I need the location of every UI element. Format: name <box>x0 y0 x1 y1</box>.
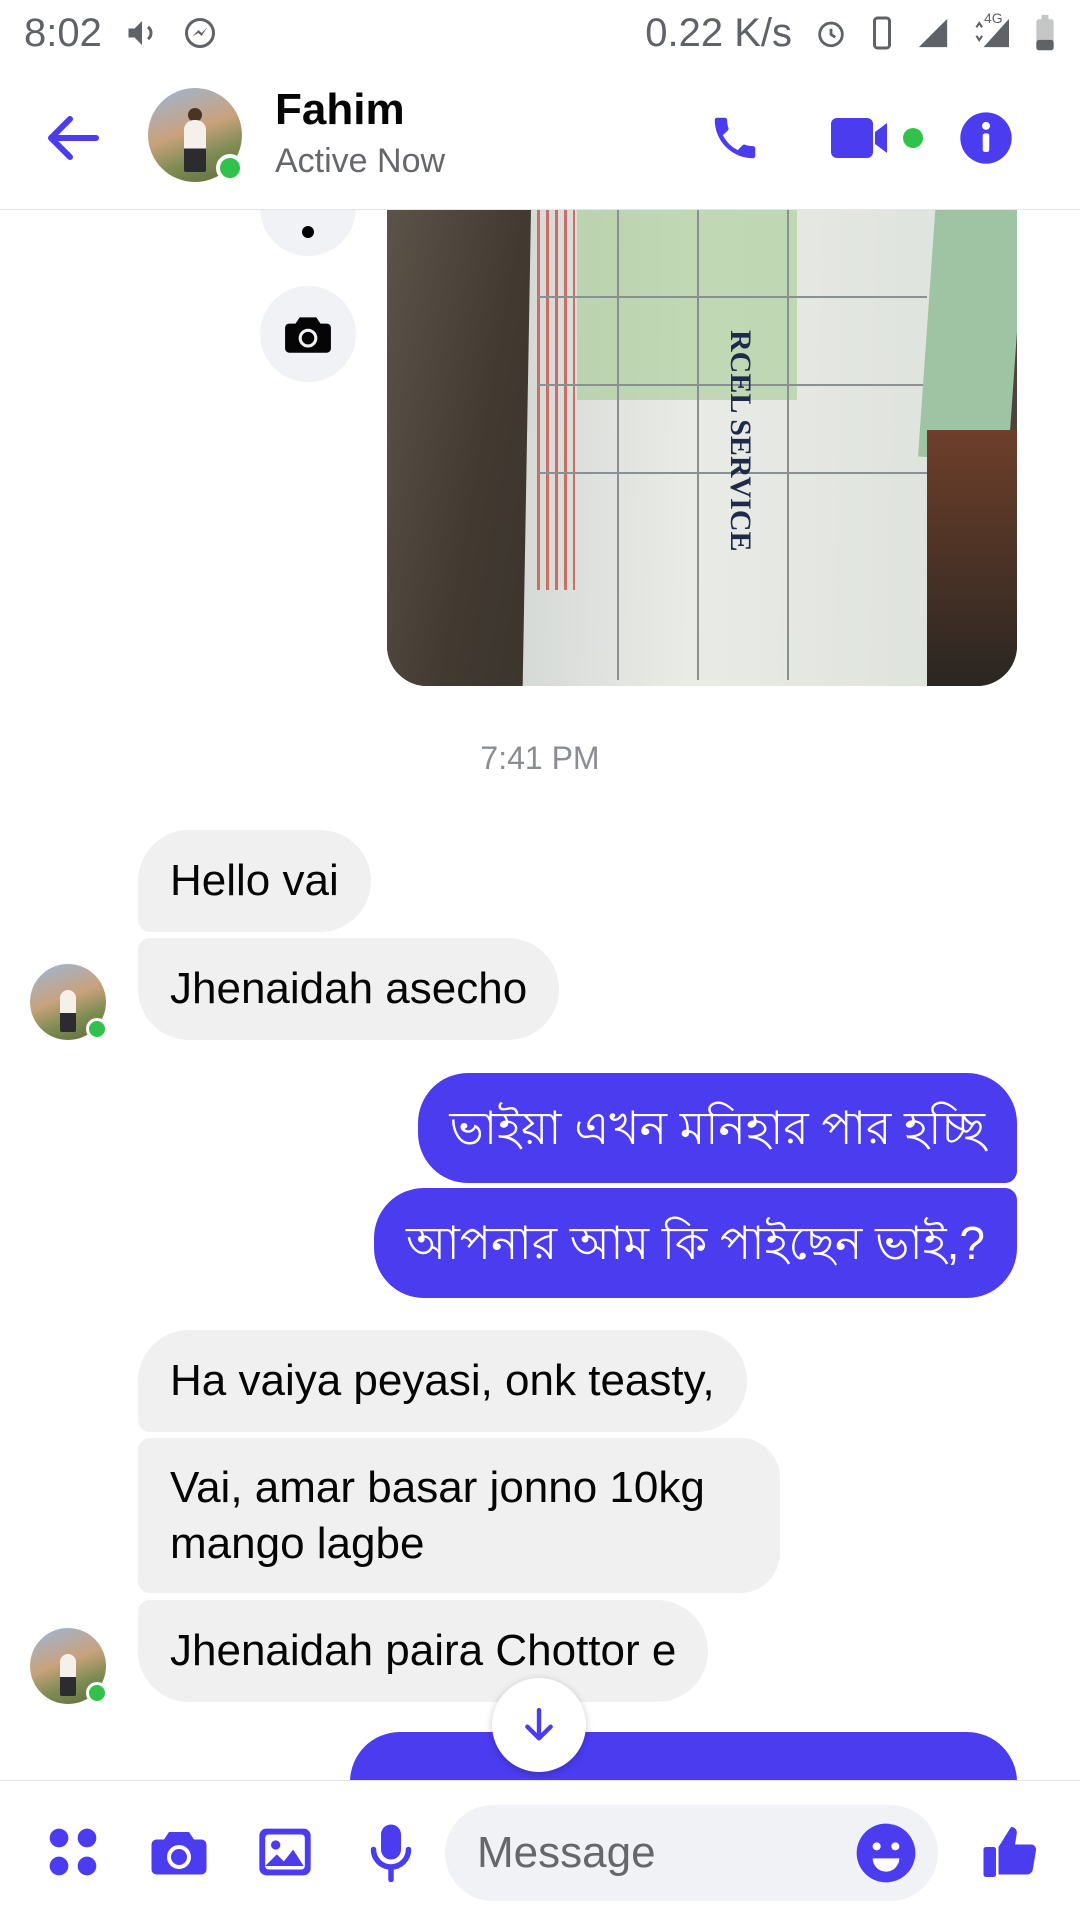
status-bar: 8:02 0.22 K/s 4G <box>0 0 1080 66</box>
phone-icon <box>714 117 756 159</box>
camera-icon <box>151 1832 207 1875</box>
video-call-button[interactable] <box>826 106 926 170</box>
network-speed: 0.22 K/s <box>645 10 792 55</box>
incoming-message[interactable]: Ha vaiya peyasi, onk teasty, <box>138 1330 747 1432</box>
message-placeholder: Message <box>477 1828 656 1877</box>
like-button[interactable] <box>976 1817 1046 1887</box>
status-time: 8:02 <box>24 10 102 55</box>
incoming-message[interactable]: Hello vai <box>138 830 371 932</box>
message-timestamp: 7:41 PM <box>480 740 600 776</box>
dot-icon <box>302 226 314 238</box>
apps-button[interactable] <box>38 1817 108 1887</box>
outgoing-message[interactable]: আপনার আম কি পাইছেন ভাই,? <box>374 1188 1017 1298</box>
shared-photo[interactable]: RCEL SERVICE <box>387 210 1017 686</box>
message-list[interactable]: RCEL SERVICE 7:41 PM Hello vai Jhenaidah… <box>0 210 1080 1780</box>
signal-4g-icon: 4G <box>972 10 1012 50</box>
camera-action-button[interactable] <box>260 286 356 382</box>
video-camera-icon <box>831 118 887 158</box>
message-action-button[interactable] <box>260 210 356 256</box>
emoji-icon <box>856 1823 916 1883</box>
message-composer: Message <box>0 1780 1080 1920</box>
audio-call-button[interactable] <box>700 106 770 170</box>
volume-icon <box>124 15 160 51</box>
back-button[interactable] <box>38 106 108 170</box>
contact-name: Fahim <box>275 85 405 134</box>
battery-icon <box>1034 14 1056 52</box>
contact-title[interactable]: Fahim Active Now <box>275 82 445 184</box>
info-icon <box>960 112 1012 164</box>
four-dots-icon <box>49 1828 97 1876</box>
thumbs-up-icon <box>983 1827 1037 1877</box>
online-indicator <box>216 154 244 182</box>
incoming-message[interactable]: Jhenaidah paira Chottor e <box>138 1600 709 1702</box>
scroll-to-bottom-button[interactable] <box>492 1678 586 1772</box>
emoji-button[interactable] <box>854 1821 918 1885</box>
active-status: Active Now <box>275 142 446 180</box>
signal-icon <box>916 16 950 50</box>
camera-icon <box>285 317 331 353</box>
info-button[interactable] <box>954 106 1018 170</box>
network-badge: 4G <box>984 10 1003 26</box>
arrow-down-icon <box>525 1707 553 1741</box>
gallery-button[interactable] <box>250 1817 320 1887</box>
chat-header: Fahim Active Now <box>0 66 1080 210</box>
slip-title-text: RCEL SERVICE <box>724 330 757 552</box>
voice-button[interactable] <box>356 1817 426 1887</box>
outgoing-message-partial[interactable] <box>350 1732 1017 1780</box>
message-line: mango lagbe <box>170 1518 425 1568</box>
message-input[interactable]: Message <box>445 1805 938 1901</box>
message-line: Vai, amar basar jonno 10kg <box>170 1462 705 1512</box>
video-active-dot <box>903 128 923 148</box>
sender-avatar[interactable] <box>30 1628 108 1704</box>
microphone-icon <box>370 1824 412 1882</box>
contact-avatar[interactable] <box>148 88 244 182</box>
image-icon <box>259 1828 311 1876</box>
vibrate-icon <box>870 15 894 51</box>
sender-avatar[interactable] <box>30 964 108 1040</box>
back-arrow-icon <box>48 116 99 160</box>
incoming-message[interactable]: Vai, amar basar jonno 10kg mango lagbe <box>138 1438 780 1593</box>
incoming-message[interactable]: Jhenaidah asecho <box>138 938 560 1040</box>
outgoing-message[interactable]: ভাইয়া এখন মনিহার পার হচ্ছি <box>417 1073 1017 1183</box>
messenger-icon <box>182 15 218 51</box>
alarm-icon <box>814 16 848 50</box>
camera-button[interactable] <box>144 1817 214 1887</box>
